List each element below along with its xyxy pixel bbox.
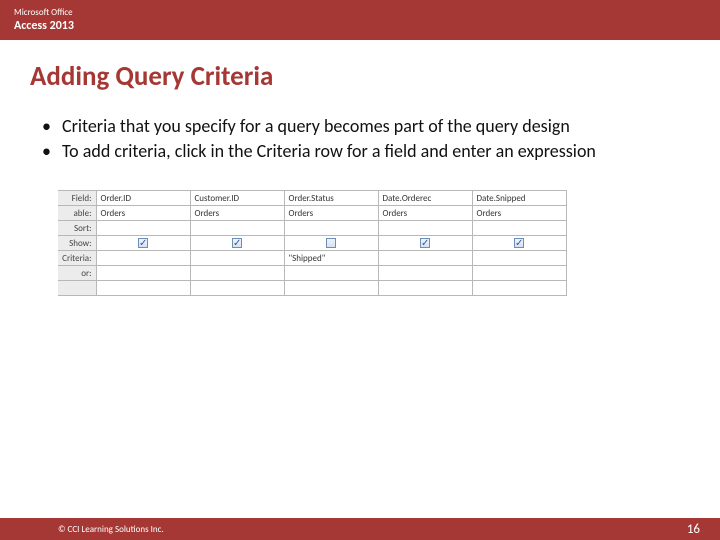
cell-field[interactable]: Date.Orderec (378, 191, 472, 206)
cell-show[interactable] (190, 236, 284, 251)
row-blank (58, 281, 566, 296)
bullet-text: Criteria that you specify for a query be… (62, 115, 680, 138)
row-label-or: or: (58, 266, 96, 281)
cell-field[interactable]: Order.Status (284, 191, 378, 206)
cell-table[interactable]: Orders (378, 206, 472, 221)
cell-field[interactable]: Order.ID (96, 191, 190, 206)
slide-footer: © CCI Learning Solutions Inc. 16 (0, 518, 720, 540)
bullet-item: • To add criteria, click in the Criteria… (40, 140, 680, 163)
header-product-name: Access 2013 (14, 19, 706, 33)
cell-table[interactable]: Orders (284, 206, 378, 221)
cell-criteria[interactable] (378, 251, 472, 266)
checkbox-icon[interactable] (232, 238, 242, 248)
row-or: or: (58, 266, 566, 281)
bullet-list: • Criteria that you specify for a query … (0, 115, 720, 162)
cell-blank[interactable] (284, 281, 378, 296)
cell-sort[interactable] (96, 221, 190, 236)
cell-blank[interactable] (96, 281, 190, 296)
bullet-item: • Criteria that you specify for a query … (40, 115, 680, 138)
row-label-table: able: (58, 206, 96, 221)
cell-sort[interactable] (378, 221, 472, 236)
cell-or[interactable] (284, 266, 378, 281)
footer-page-number: 16 (687, 522, 700, 537)
bullet-text: To add criteria, click in the Criteria r… (62, 140, 680, 163)
row-sort: Sort: (58, 221, 566, 236)
slide-title: Adding Query Criteria (0, 40, 720, 115)
cell-show[interactable] (472, 236, 566, 251)
checkbox-icon[interactable] (514, 238, 524, 248)
row-table: able: Orders Orders Orders Orders Orders (58, 206, 566, 221)
cell-table[interactable]: Orders (190, 206, 284, 221)
cell-show[interactable] (284, 236, 378, 251)
checkbox-icon[interactable] (326, 238, 336, 248)
cell-criteria[interactable]: "Shipped" (284, 251, 378, 266)
checkbox-icon[interactable] (420, 238, 430, 248)
cell-or[interactable] (190, 266, 284, 281)
cell-criteria[interactable] (96, 251, 190, 266)
cell-criteria[interactable] (190, 251, 284, 266)
bullet-marker: • (40, 115, 62, 138)
cell-table[interactable]: Orders (96, 206, 190, 221)
cell-show[interactable] (96, 236, 190, 251)
cell-sort[interactable] (472, 221, 566, 236)
cell-or[interactable] (96, 266, 190, 281)
row-label-field: Field: (58, 191, 96, 206)
cell-or[interactable] (472, 266, 566, 281)
cell-field[interactable]: Customer.ID (190, 191, 284, 206)
footer-copyright: © CCI Learning Solutions Inc. (58, 524, 164, 535)
cell-show[interactable] (378, 236, 472, 251)
cell-blank[interactable] (378, 281, 472, 296)
row-label-blank (58, 281, 96, 296)
row-criteria: Criteria: "Shipped" (58, 251, 566, 266)
bullet-marker: • (40, 140, 62, 163)
cell-blank[interactable] (472, 281, 566, 296)
slide-header: Microsoft Office Access 2013 (0, 0, 720, 40)
row-label-sort: Sort: (58, 221, 96, 236)
row-field: Field: Order.ID Customer.ID Order.Status… (58, 191, 566, 206)
row-label-criteria: Criteria: (58, 251, 96, 266)
cell-sort[interactable] (284, 221, 378, 236)
row-show: Show: (58, 236, 566, 251)
cell-blank[interactable] (190, 281, 284, 296)
header-product-line: Microsoft Office (14, 7, 706, 18)
query-design-grid: Field: Order.ID Customer.ID Order.Status… (0, 164, 720, 296)
cell-table[interactable]: Orders (472, 206, 566, 221)
checkbox-icon[interactable] (138, 238, 148, 248)
cell-field[interactable]: Date.Snipped (472, 191, 566, 206)
row-label-show: Show: (58, 236, 96, 251)
cell-criteria[interactable] (472, 251, 566, 266)
cell-sort[interactable] (190, 221, 284, 236)
cell-or[interactable] (378, 266, 472, 281)
